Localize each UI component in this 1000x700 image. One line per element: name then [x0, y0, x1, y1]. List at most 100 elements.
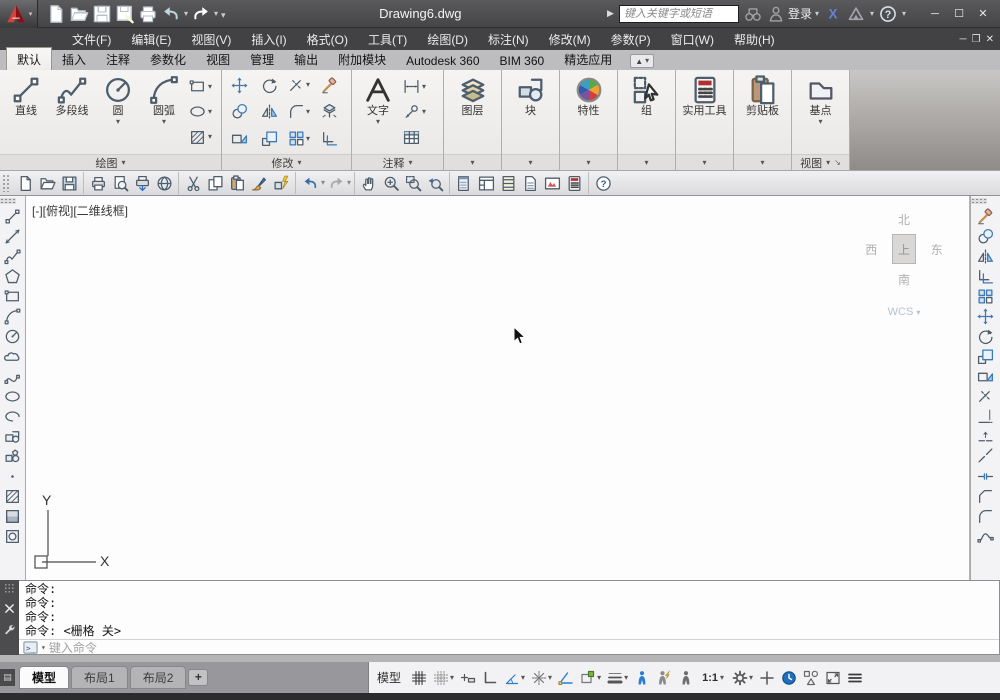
ribbon-tab-6[interactable]: 输出: [284, 48, 328, 70]
annscale-status-button[interactable]: [676, 667, 696, 689]
redo-toolbar-button[interactable]: [325, 172, 347, 194]
viewcube-north[interactable]: 北: [889, 211, 919, 228]
blend-modify-button[interactable]: [976, 527, 995, 546]
annmonitor-status-button[interactable]: [757, 667, 777, 689]
array-modify-button[interactable]: [976, 287, 995, 306]
panel-group-title[interactable]: ▾: [618, 154, 675, 170]
ribbon-tab-8[interactable]: Autodesk 360: [396, 51, 489, 70]
block-panel-button[interactable]: 块: [505, 72, 556, 152]
viewcube-top[interactable]: 上: [891, 234, 917, 264]
copy-obj-modify-button[interactable]: [976, 227, 995, 246]
sheetset-toolbar-button[interactable]: [519, 172, 541, 194]
rotate-tool-button[interactable]: [255, 77, 283, 94]
plot-button[interactable]: [138, 4, 158, 24]
menu-item-7[interactable]: 标注(N): [478, 28, 539, 51]
revcloud-draw-button[interactable]: [3, 347, 22, 366]
markup-toolbar-button[interactable]: [541, 172, 563, 194]
polar-status-button[interactable]: ▾: [502, 667, 527, 689]
mirror-modify-button[interactable]: [976, 247, 995, 266]
join-modify-button[interactable]: [976, 467, 995, 486]
publish-toolbar-button[interactable]: [131, 172, 153, 194]
text-button[interactable]: 文字 ▾: [355, 72, 401, 152]
viewcube-wcs-menu[interactable]: WCS ▾: [859, 306, 949, 318]
plot-toolbar-button[interactable]: [87, 172, 109, 194]
breakpoint-modify-button[interactable]: [976, 427, 995, 446]
panel-draw-title[interactable]: 绘图 ▾: [0, 154, 221, 170]
ribbon-display-toggle[interactable]: ▲ ▾: [630, 54, 655, 68]
break-modify-button[interactable]: [976, 447, 995, 466]
lineweight-status-button[interactable]: ▾: [605, 667, 630, 689]
panel-modify-title[interactable]: 修改 ▾: [222, 154, 351, 170]
panel-block-title[interactable]: ▾: [502, 154, 559, 170]
cleanscreen-status-button[interactable]: [823, 667, 843, 689]
exchange-apps-icon[interactable]: X: [824, 5, 842, 23]
doc-close-button[interactable]: ✕: [986, 34, 994, 45]
ribbon-tab-7[interactable]: 附加模块: [328, 48, 396, 70]
ellipsearc-draw-button[interactable]: [3, 407, 22, 426]
ortho-status-button[interactable]: [480, 667, 500, 689]
a360-icon[interactable]: [847, 5, 865, 23]
rectangle-tool-button[interactable]: ▾: [189, 78, 212, 95]
gradient-draw-button[interactable]: [3, 507, 22, 526]
array-tool-button[interactable]: ▾: [285, 130, 313, 147]
selcycle-status-button[interactable]: ▾: [578, 667, 603, 689]
performance-status-button[interactable]: [779, 667, 799, 689]
copy-obj-tool-button[interactable]: [225, 103, 253, 120]
drawing-canvas[interactable]: [-][俯视][二维线框] 北 西 上 东 南 WCS ▾ Y X: [26, 196, 970, 580]
isolate-status-button[interactable]: [801, 667, 821, 689]
panel-view-title[interactable]: 视图 ▾ ↘: [792, 154, 849, 170]
paste-toolbar-button[interactable]: [226, 172, 248, 194]
help-toolbar-button[interactable]: ?: [592, 172, 614, 194]
scale-tool-button[interactable]: [255, 130, 283, 147]
move-modify-button[interactable]: [976, 307, 995, 326]
ribbon-tab-2[interactable]: 注释: [96, 48, 140, 70]
fillet-modify-button[interactable]: [976, 507, 995, 526]
new-toolbar-button[interactable]: [14, 172, 36, 194]
preview-toolbar-button[interactable]: [109, 172, 131, 194]
explode-tool-button[interactable]: [315, 103, 343, 120]
move-tool-button[interactable]: [225, 77, 253, 94]
search-input[interactable]: [618, 4, 739, 23]
region-draw-button[interactable]: [3, 527, 22, 546]
polygon-draw-button[interactable]: [3, 267, 22, 286]
command-input[interactable]: [48, 640, 995, 655]
viewport-controls[interactable]: [-][俯视][二维线框]: [32, 202, 128, 219]
clipboard-panel-button[interactable]: 剪贴板: [737, 72, 788, 152]
line-draw-button[interactable]: [3, 207, 22, 226]
search-expand-icon[interactable]: ▶: [607, 8, 614, 19]
ribbon-tab-5[interactable]: 管理: [240, 48, 284, 70]
dyninput-status-button[interactable]: [458, 667, 478, 689]
copy-toolbar-button[interactable]: [204, 172, 226, 194]
sign-in-button[interactable]: 登录 ▾: [767, 5, 819, 23]
arc-tool-button[interactable]: 圆弧 ▾: [141, 72, 187, 152]
properties-toolbar-button[interactable]: [453, 172, 475, 194]
doc-restore-button[interactable]: ❐: [972, 34, 981, 45]
xline-draw-button[interactable]: [3, 227, 22, 246]
erase-modify-button[interactable]: [976, 207, 995, 226]
toolbar-grip[interactable]: [2, 174, 9, 192]
layout-tab-0[interactable]: 模型: [19, 666, 70, 689]
viewcube-south[interactable]: 南: [889, 271, 919, 288]
spline-draw-button[interactable]: [3, 367, 22, 386]
polyline-draw-button[interactable]: [3, 247, 22, 266]
erase-tool-button[interactable]: [315, 77, 343, 94]
annvis-status-button[interactable]: [632, 667, 652, 689]
ribbon-tab-9[interactable]: BIM 360: [490, 51, 555, 70]
minimize-button[interactable]: ─: [924, 5, 946, 23]
autoscale-status-button[interactable]: [654, 667, 674, 689]
line-tool-button[interactable]: 直线: [3, 72, 49, 152]
offset-tool-button[interactable]: [315, 130, 343, 147]
osnap-status-button[interactable]: [556, 667, 576, 689]
save-button[interactable]: [92, 4, 112, 24]
application-menu-button[interactable]: ▾: [0, 0, 38, 28]
ribbon-tab-10[interactable]: 精选应用: [554, 48, 622, 70]
command-window-grip[interactable]: [4, 583, 15, 593]
open-button[interactable]: [69, 4, 89, 24]
cut-toolbar-button[interactable]: [182, 172, 204, 194]
undo-toolbar-button[interactable]: [299, 172, 321, 194]
quickcalc-toolbar-button[interactable]: [563, 172, 585, 194]
fillet-tool-button[interactable]: ▾: [285, 103, 313, 120]
menu-item-11[interactable]: 帮助(H): [724, 28, 785, 51]
zoomwin-toolbar-button[interactable]: [402, 172, 424, 194]
polyline-tool-button[interactable]: 多段线: [49, 72, 95, 152]
